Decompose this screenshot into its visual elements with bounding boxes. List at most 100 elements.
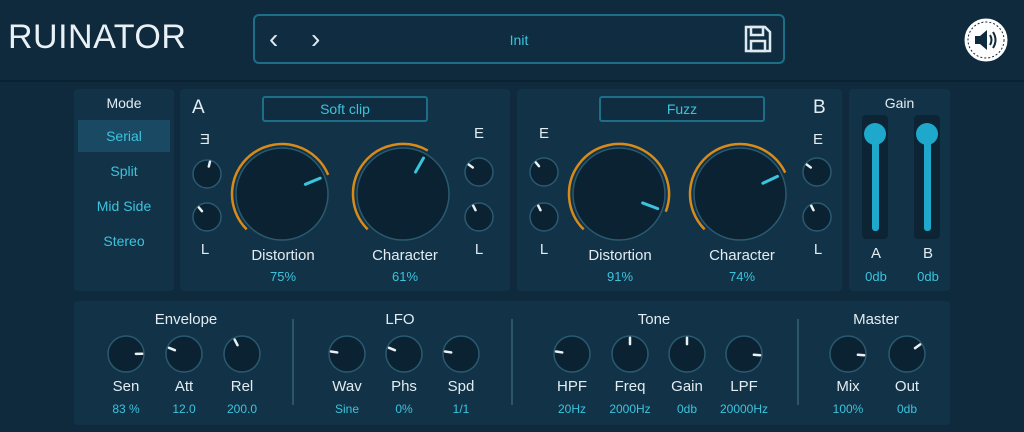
channel-a-char-lfo-label: L [474, 241, 484, 258]
fader-thumb[interactable] [864, 123, 886, 146]
channel-b-character-knob-body [693, 147, 787, 241]
gain-b-value: 0db [917, 269, 939, 284]
envelope-att-knob-body [165, 335, 203, 373]
app-title: RUINATOR [8, 18, 187, 56]
channel-a-char-env-knob-body [464, 157, 494, 187]
channel-b-char-env-label: E [812, 131, 823, 148]
channel-a-character-knob[interactable] [349, 140, 457, 248]
channel-b-character-knob[interactable] [686, 140, 794, 248]
channel-b-char-lfo-knob-body [802, 202, 832, 232]
fader-thumb[interactable] [916, 123, 938, 146]
channel-a-char-lfo-knob[interactable] [462, 200, 496, 234]
channel-a-character-value: 61% [391, 269, 419, 284]
channel-a-distortion-label: Distortion [251, 247, 315, 264]
mode-option-stereo[interactable]: Stereo [78, 225, 170, 257]
lfo-spd-knob-indicator [443, 350, 453, 354]
channel-a-character-knob-body [356, 147, 450, 241]
channel-b-character-label: Character [709, 247, 775, 264]
gain-title: Gain [884, 95, 915, 111]
master-title: Master [853, 311, 899, 328]
tone-hpf-knob-body [553, 335, 591, 373]
section-divider [511, 319, 513, 405]
channel-a-character-label: Character [372, 247, 438, 264]
tone-lpf-label: LPF [730, 378, 758, 395]
lfo-wav-knob-body [328, 335, 366, 373]
lfo-spd-value: 1/1 [452, 402, 470, 416]
channel-b-distortion-knob-body [572, 147, 666, 241]
channel-b-label: B [813, 97, 826, 118]
master-out-value: 0db [896, 402, 918, 416]
tone-freq-knob[interactable] [609, 333, 651, 375]
section-divider [797, 319, 799, 405]
mode-option-split[interactable]: Split [78, 155, 170, 187]
channel-a-char-env-knob[interactable] [462, 155, 496, 189]
gain-a-value: 0db [865, 269, 887, 284]
channel-b-character-value: 74% [728, 269, 756, 284]
channel-b-env-knob-body [529, 157, 559, 187]
tone-gain-knob[interactable] [666, 333, 708, 375]
envelope-title: Envelope [154, 311, 218, 328]
mode-panel: Mode Serial Split Mid Side Stereo [74, 89, 174, 291]
speaker-logo-icon [962, 16, 1010, 69]
channel-a-lfo-knob[interactable] [190, 200, 224, 234]
preset-name[interactable]: Init [255, 32, 783, 48]
envelope-sen-knob[interactable] [105, 333, 147, 375]
channel-a-distortion-knob-body [235, 147, 329, 241]
modulation-panel: Envelope LFO Tone Master Sen 83 % Att 12.0 R… [74, 301, 950, 425]
channel-a-env-knob[interactable] [190, 157, 224, 191]
lfo-spd-label: Spd [447, 378, 475, 395]
tone-hpf-knob[interactable] [551, 333, 593, 375]
channel-b-type-select[interactable]: Fuzz [599, 96, 765, 122]
mode-option-mid-side[interactable]: Mid Side [78, 190, 170, 222]
channel-b-lfo-knob-body [529, 202, 559, 232]
channel-b-distortion-value: 91% [606, 269, 634, 284]
channel-b-char-env-knob-body [802, 157, 832, 187]
lfo-wav-knob[interactable] [326, 333, 368, 375]
channel-a-lfo-knob-body [192, 202, 222, 232]
mode-title: Mode [106, 95, 142, 111]
channel-a-distortion-value: 75% [269, 269, 297, 284]
header-divider [0, 80, 1024, 82]
preset-bar: ‹ › Init [253, 14, 785, 64]
envelope-rel-knob[interactable] [221, 333, 263, 375]
channel-b-char-lfo-label: L [813, 241, 823, 258]
channel-a-distortion-knob[interactable] [228, 140, 336, 248]
gain-b-label: B [922, 245, 933, 262]
channel-b-lfo-label: L [539, 241, 549, 258]
tone-lpf-knob[interactable] [723, 333, 765, 375]
master-out-label: Out [894, 378, 920, 395]
channel-a-lfo-label: L [200, 241, 210, 258]
fader-fill [923, 134, 931, 231]
channel-a-env-label: E [200, 131, 211, 148]
fader-fill [871, 134, 879, 231]
channel-b-char-lfo-knob[interactable] [800, 200, 834, 234]
lfo-spd-knob[interactable] [440, 333, 482, 375]
mode-option-serial[interactable]: Serial [78, 120, 170, 152]
envelope-att-knob[interactable] [163, 333, 205, 375]
envelope-rel-label: Rel [230, 378, 254, 395]
master-mix-knob[interactable] [827, 333, 869, 375]
channel-b-distortion-knob[interactable] [565, 140, 673, 248]
channel-a-env-knob-indicator [207, 160, 212, 168]
gain-a-label: A [870, 245, 881, 262]
master-out-knob[interactable] [886, 333, 928, 375]
tone-hpf-knob-indicator [554, 350, 564, 354]
master-out-knob-body [888, 335, 926, 373]
channel-b-env-label: E [538, 125, 549, 142]
tone-title: Tone [637, 311, 671, 328]
envelope-rel-value: 200.0 [226, 402, 258, 416]
channel-b-char-env-knob[interactable] [800, 155, 834, 189]
channel-a-char-lfo-knob-body [464, 202, 494, 232]
lfo-phs-knob[interactable] [383, 333, 425, 375]
tone-lpf-value: 20000Hz [719, 402, 769, 416]
channel-b-env-knob[interactable] [527, 155, 561, 189]
channel-b-lfo-knob[interactable] [527, 200, 561, 234]
channel-a-type-select[interactable]: Soft clip [262, 96, 428, 122]
save-icon[interactable] [743, 24, 773, 59]
lfo-title: LFO [385, 311, 415, 328]
envelope-rel-knob-body [223, 335, 261, 373]
channel-b-distortion-label: Distortion [588, 247, 652, 264]
section-divider [292, 319, 294, 405]
channel-a-label: A [192, 97, 205, 118]
lfo-phs-knob-body [385, 335, 423, 373]
